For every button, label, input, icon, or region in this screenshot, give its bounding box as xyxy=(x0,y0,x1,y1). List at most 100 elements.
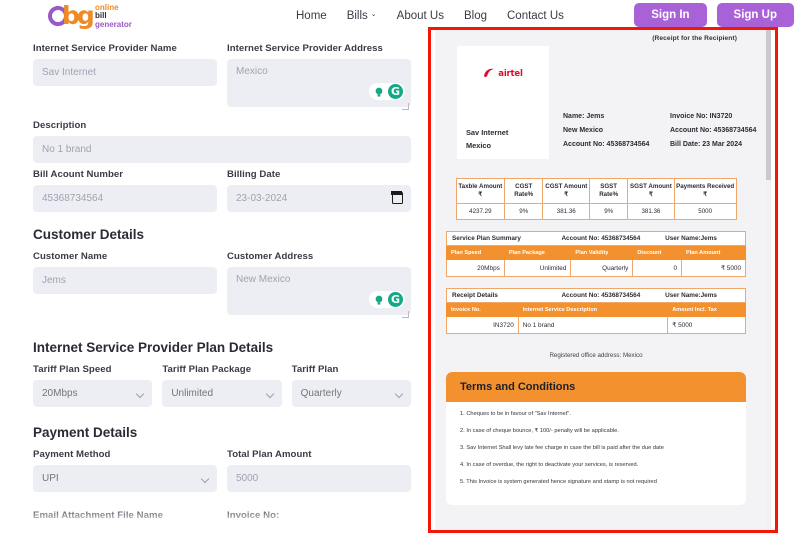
tax-header-cell: CGST Rate% xyxy=(504,178,544,204)
grammarly-widget-customer-address[interactable]: G xyxy=(369,291,405,308)
field-bill-account-number: Bill Acount Number xyxy=(33,169,217,212)
preview-scrollbar-thumb[interactable] xyxy=(766,30,771,180)
tax-value-cell: 381.36 xyxy=(627,203,675,220)
customer-name-input[interactable] xyxy=(33,267,217,294)
service-plan-summary-bar: Service Plan Summary Account No: 4536873… xyxy=(446,231,746,246)
invoice-customer-block: Name: Jems New Mexico Account No: 453687… xyxy=(563,110,649,152)
tariff-plan-select[interactable] xyxy=(291,380,411,407)
lightbulb-icon[interactable] xyxy=(371,292,386,307)
nav-item-home[interactable]: Home xyxy=(296,10,327,22)
nav-item-blog-label: Blog xyxy=(463,9,487,22)
grammarly-widget-isp-address[interactable]: G xyxy=(369,83,405,100)
invoice-meta-bill-date: Bill Date: 23 Mar 2024 xyxy=(670,141,742,148)
isp-row: Internet Service Provider Name Internet … xyxy=(33,43,411,118)
field-tariff-plan-package: Tariff Plan Package xyxy=(162,364,282,407)
tariff-plan-package-select[interactable] xyxy=(162,380,282,407)
service-plan-table: Plan Speed Plan Package Plan Validity Di… xyxy=(446,246,746,277)
invoice-customer-address: New Mexico xyxy=(563,127,604,134)
billing-date-wrap xyxy=(227,185,411,212)
page-root: bg online bill generator Home Bills ⌄ Abo… xyxy=(0,0,800,533)
field-customer-name: Customer Name xyxy=(33,251,217,320)
tariff-row: Tariff Plan Speed Tariff Plan Package Ta… xyxy=(33,364,411,413)
terms-list: 1. Cheques to be in favour of "Sav Inter… xyxy=(446,402,746,486)
receipt-header-cell: Amount Incl. Tax xyxy=(667,303,746,317)
plan-value-cell: 0 xyxy=(632,259,683,277)
receipt-details-block: Receipt Details Account No: 45368734564 … xyxy=(446,288,746,334)
receipt-note: (Receipt for the Recipient) xyxy=(652,35,737,42)
bill-account-number-input[interactable] xyxy=(33,185,217,212)
preview-scrollbar[interactable] xyxy=(766,30,771,530)
billing-date-label: Billing Date xyxy=(227,169,281,180)
nav-item-about-us-label: About Us xyxy=(396,9,444,22)
tariff-plan-speed-wrap xyxy=(33,380,153,407)
terms-and-conditions-card: Terms and Conditions 1. Cheques to be in… xyxy=(446,372,746,505)
table-row: 4237.29 9% 381.36 9% 381.36 5000 xyxy=(455,203,737,220)
invoice-document: (Receipt for the Recipient) airtel Sav I… xyxy=(435,30,757,505)
list-item: 5. This Invoice is system generated henc… xyxy=(460,479,657,485)
tariff-plan-package-wrap xyxy=(162,380,282,407)
site-logo[interactable]: bg online bill generator xyxy=(48,0,132,31)
nav-item-about-us[interactable]: About Us xyxy=(397,10,444,22)
field-tariff-plan: Tariff Plan xyxy=(291,364,411,407)
isp-name-input[interactable] xyxy=(33,59,217,86)
tariff-plan-package-label: Tariff Plan Package xyxy=(162,364,252,375)
tax-header-cell: Payments Received ₹ xyxy=(673,178,737,204)
lightbulb-icon[interactable] xyxy=(371,84,386,99)
sign-in-button[interactable]: Sign In xyxy=(634,3,707,27)
billing-date-input[interactable] xyxy=(227,185,411,212)
textarea-resize-handle[interactable] xyxy=(402,103,409,110)
nav-item-contact-us[interactable]: Contact Us xyxy=(507,10,564,22)
tax-summary-table: Taxble Amount ₹ CGST Rate% CGST Amount ₹… xyxy=(455,178,737,220)
invoice-meta-account-no: Account No: 45368734564 xyxy=(670,127,757,134)
field-billing-date: Billing Date xyxy=(227,169,411,212)
receipt-details-account: Account No: 45368734564 xyxy=(561,292,641,299)
logo-mark-icon: bg xyxy=(48,1,95,31)
tariff-plan-speed-select[interactable] xyxy=(33,380,153,407)
payment-method-select[interactable] xyxy=(33,465,217,492)
bill-account-row: Bill Acount Number Billing Date xyxy=(33,169,411,218)
payment-method-wrap xyxy=(33,465,217,492)
table-header-row: Plan Speed Plan Package Plan Validity Di… xyxy=(446,246,746,260)
total-plan-amount-input[interactable] xyxy=(227,465,411,492)
nav-item-bills[interactable]: Bills ⌄ xyxy=(347,10,377,22)
tax-value-cell: 9% xyxy=(589,203,629,220)
field-email-attachment: Email Attachment File Name xyxy=(33,510,217,526)
description-input[interactable] xyxy=(33,136,411,163)
tax-value-cell: 381.36 xyxy=(542,203,591,220)
field-customer-address: Customer Address G xyxy=(227,251,411,320)
tax-header-cell: Taxble Amount ₹ xyxy=(455,178,506,204)
receipt-header-cell: Internet Service Description xyxy=(517,303,669,317)
calendar-icon[interactable] xyxy=(391,191,403,204)
receipt-details-table: Invoice No. Internet Service Description… xyxy=(446,303,746,334)
auth-buttons: Sign In Sign Up xyxy=(634,3,794,27)
table-header-row: Invoice No. Internet Service Description… xyxy=(446,303,746,317)
invoice-isp-city: Mexico xyxy=(466,141,492,150)
sign-up-button[interactable]: Sign Up xyxy=(716,3,794,27)
email-attachment-label: Email Attachment File Name xyxy=(33,510,163,521)
grammarly-icon[interactable]: G xyxy=(388,292,403,307)
airtel-logo-icon: airtel xyxy=(457,68,549,79)
tax-header-cell: SGST Amount ₹ xyxy=(627,178,675,204)
logo-wordmark: online bill generator xyxy=(95,2,132,30)
nav-item-blog[interactable]: Blog xyxy=(464,10,487,22)
plan-value-cell: ₹ 5000 xyxy=(681,259,746,277)
tariff-plan-label: Tariff Plan xyxy=(291,364,339,375)
field-isp-name: Internet Service Provider Name xyxy=(33,43,217,112)
tax-header-cell: SGST Rate% xyxy=(589,178,629,204)
receipt-value-cell: ₹ 5000 xyxy=(667,316,746,334)
payment-method-label: Payment Method xyxy=(33,449,111,460)
nav-item-bills-label: Bills xyxy=(346,9,368,22)
invoice-meta-invoice-no: Invoice No: IN3720 xyxy=(670,113,733,120)
grammarly-icon[interactable]: G xyxy=(388,84,403,99)
textarea-resize-handle[interactable] xyxy=(402,311,409,318)
tax-header-cell: CGST Amount ₹ xyxy=(542,178,591,204)
receipt-header-cell: Invoice No. xyxy=(446,303,519,317)
invoice-header: airtel Sav Internet Mexico Name: Jems Ne… xyxy=(435,42,757,159)
tariff-plan-wrap xyxy=(291,380,411,407)
isp-address-label: Internet Service Provider Address xyxy=(227,43,383,54)
table-header-row: Taxble Amount ₹ CGST Rate% CGST Amount ₹… xyxy=(455,178,737,204)
plan-header-cell: Plan Amount xyxy=(681,246,746,260)
invoice-preview-scroll[interactable]: (Receipt for the Recipient) airtel Sav I… xyxy=(435,30,771,530)
isp-address-textarea-wrap: G xyxy=(227,59,411,112)
invoice-meta-block: Invoice No: IN3720 Account No: 453687345… xyxy=(670,110,756,152)
